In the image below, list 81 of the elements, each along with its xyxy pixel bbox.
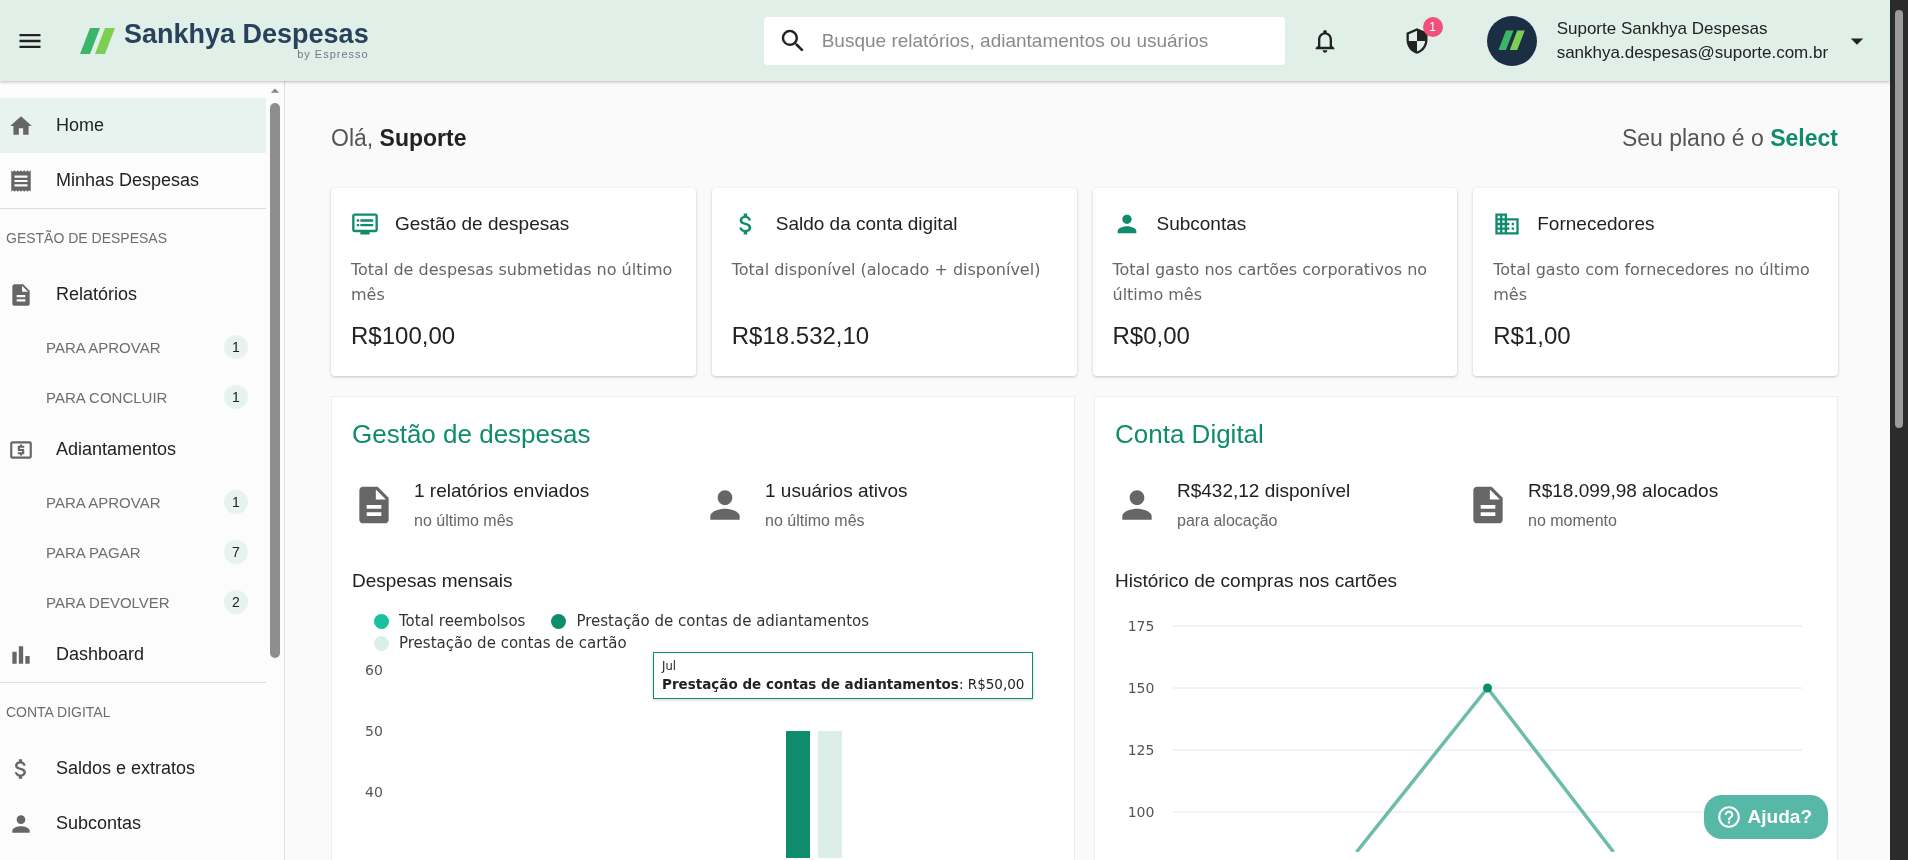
greeting: Olá, Suporte [331, 125, 467, 152]
tooltip-label: Jul [662, 659, 677, 673]
stat-value: R$432,12 disponível [1177, 480, 1351, 502]
legend-label: Prestação de contas de adiantamentos [576, 612, 869, 630]
nav-item[interactable]: Subcontas [0, 796, 266, 851]
count-badge: 1 [224, 490, 248, 514]
search-field[interactable]: Busque relatórios, adiantamentos ou usuários [763, 16, 1285, 65]
count-badge: 7 [224, 540, 248, 564]
nav-item[interactable]: Home [0, 98, 266, 153]
user-name: Suporte Sankhya Despesas [1556, 18, 1769, 39]
count-badge: 1 [224, 385, 248, 409]
card-title: Fornecedores [1537, 213, 1655, 235]
tooltip-text: Prestação de contas de adiantamentos: R$50,00 [662, 676, 1025, 692]
nav-label: Adiantamentos [56, 439, 177, 460]
axis-tick-label: 50 [365, 723, 383, 739]
nav-subitem[interactable]: PARA DEVOLVER 2 [0, 577, 266, 627]
plan-text: Seu plano é o Select [1621, 125, 1838, 152]
stat-value: R$18.099,98 alocados [1528, 480, 1719, 502]
stat-caption: no último mês [765, 512, 866, 530]
panel-title: Gestão de despesas [352, 419, 592, 450]
nav-subitem[interactable]: PARA PAGAR 7 [0, 527, 266, 577]
nav-subitem[interactable]: PARA CONCLUIR 1 [0, 372, 266, 422]
nav-label: Relatórios [56, 284, 138, 305]
nav-item[interactable]: Adiantamentos [0, 422, 266, 477]
axis-tick-label: 100 [1127, 804, 1155, 820]
card-description: Total de despesas submetidas no último mês [351, 259, 674, 306]
search-input[interactable]: Busque relatórios, adiantamentos ou usuários [819, 28, 1271, 53]
nav-label: Home [56, 115, 104, 136]
nav-label: PARA APROVAR [46, 493, 161, 511]
nav-label: PARA CONCLUIR [46, 388, 168, 406]
card-value: R$1,00 [1493, 322, 1572, 350]
card-description: Total gasto nos cartões corporativos no último mês [1112, 259, 1429, 306]
notification-badge: 1 [1422, 16, 1443, 37]
section-heading: CONTA DIGITAL [5, 703, 112, 722]
legend-label: Prestação de contas de cartão [399, 634, 627, 652]
count-badge: 1 [224, 335, 248, 359]
stat-value: 1 usuários ativos [765, 480, 908, 502]
card-value: R$100,00 [351, 322, 457, 350]
card-value: R$18.532,10 [731, 322, 871, 350]
axis-tick-label: 150 [1127, 680, 1155, 696]
panel-title: Conta Digital [1115, 419, 1265, 450]
axis-tick-label: 40 [365, 784, 383, 800]
scrollbar-thumb[interactable] [270, 103, 280, 658]
nav-subitem[interactable]: PARA APROVAR 1 [0, 477, 266, 527]
axis-tick-label: 60 [365, 662, 383, 678]
section-heading: GESTÃO DE DESPESAS [5, 229, 169, 248]
nav-label: Dashboard [56, 644, 145, 665]
logo-tagline: by Espresso [297, 48, 369, 60]
page-scrollbar-thumb[interactable] [1895, 10, 1903, 428]
chart-title: Histórico de compras nos cartões [1115, 570, 1398, 592]
nav-label: PARA PAGAR [46, 543, 141, 561]
stat-caption: para alocação [1177, 512, 1279, 530]
card-value: R$0,00 [1112, 322, 1191, 350]
nav-label: Saldos e extratos [56, 758, 196, 779]
nav-label: Minhas Despesas [56, 170, 200, 191]
count-badge: 2 [224, 590, 248, 614]
nav-subitem[interactable]: PARA APROVAR 1 [0, 322, 266, 372]
axis-tick-label: 175 [1127, 618, 1155, 634]
card-title: Saldo da conta digital [775, 213, 958, 235]
card-title: Subcontas [1156, 213, 1247, 235]
legend-label: Total reembolsos [399, 612, 526, 630]
stat-value: 1 relatórios enviados [414, 480, 590, 502]
nav-label: PARA APROVAR [46, 338, 161, 356]
stat-caption: no último mês [414, 512, 515, 530]
card-description: Total disponível (alocado + disponível) [731, 259, 1042, 281]
nav-item[interactable]: Dashboard [0, 627, 266, 682]
receipt-icon [8, 167, 34, 194]
card-title: Gestão de despesas [395, 213, 570, 235]
axis-tick-label: 125 [1127, 742, 1155, 758]
chart-title: Despesas mensais [352, 570, 514, 592]
stat-caption: no momento [1528, 512, 1618, 530]
nav-item[interactable]: Relatórios [0, 267, 266, 322]
user-email: sankhya.despesas@suporte.com.br [1556, 42, 1829, 63]
card-description: Total gasto com fornecedores no último mês [1493, 259, 1811, 306]
nav-label: Subcontas [56, 813, 142, 834]
nav-item[interactable]: Saldos e extratos [0, 741, 266, 796]
avatar-logo-icon [1496, 29, 1527, 52]
nav-item[interactable]: Minhas Despesas [0, 153, 266, 208]
help-icon [1715, 804, 1742, 830]
nav-label: PARA DEVOLVER [46, 593, 170, 611]
logo-icon [78, 25, 118, 56]
